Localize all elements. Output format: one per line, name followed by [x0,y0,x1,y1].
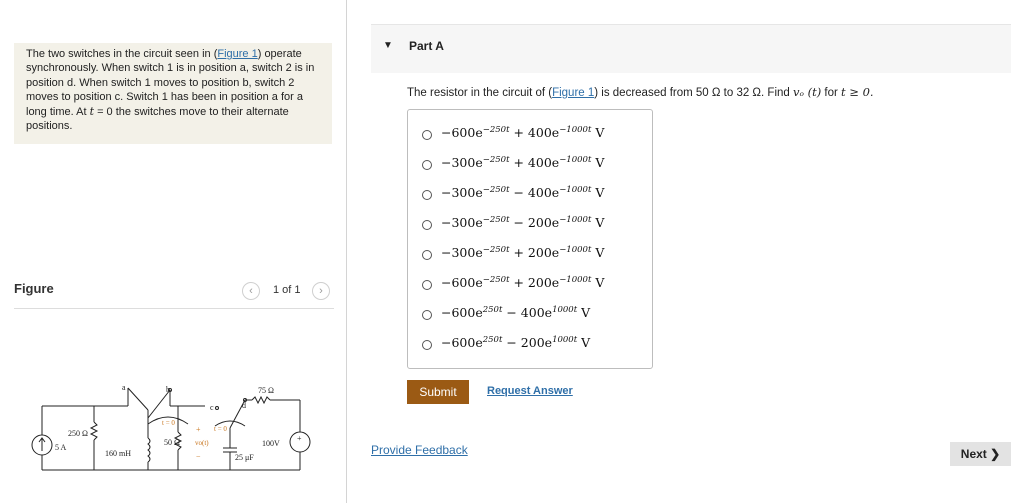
resistor-icon [89,421,99,441]
circuit-diagram: 5 A 250 Ω 160 mH a b t = 0 50 Ω + vo(t) … [31,383,311,471]
answer-option[interactable]: −600e−250t + 200e−1000t V [422,275,642,295]
vo-minus: − [196,452,201,461]
next-figure-button[interactable]: › [312,282,330,300]
contact-a-label: a [122,383,126,392]
next-button[interactable]: Next ❯ [950,442,1011,466]
radio-button[interactable] [422,280,432,290]
vo-label: vo(t) [195,439,209,447]
vsource-plus: + [297,434,302,443]
figure-divider [14,308,334,309]
radio-button[interactable] [422,130,432,140]
answer-option[interactable]: −300e−250t + 200e−1000t V [422,245,642,265]
column-divider [346,0,347,503]
question-fragment: ) is decreased from 50 Ω to 32 Ω. Find [594,87,793,99]
question-fragment: The resistor in the circuit of ( [407,87,553,99]
answer-options: −600e−250t + 400e−1000t V −300e−250t + 4… [407,109,653,369]
question-fragment: for [821,87,841,99]
switch1-blade [127,387,149,411]
contact-c-icon [215,406,219,410]
radio-button[interactable] [422,250,432,260]
capacitor-label: 25 μF [235,453,254,462]
problem-statement: The two switches in the circuit seen in … [14,43,332,144]
figure-link[interactable]: Figure 1 [552,87,594,99]
vo-plus: + [196,425,201,434]
part-a-header[interactable]: ▼ Part A [371,24,1011,73]
radio-button[interactable] [422,220,432,230]
radio-button[interactable] [422,340,432,350]
option-label: −300e−250t + 200e−1000t V [441,245,605,261]
answer-option[interactable]: −300e−250t + 400e−1000t V [422,155,642,175]
vsource-label: 100V [262,439,280,448]
prev-figure-button[interactable]: ‹ [242,282,260,300]
r75-label: 75 Ω [258,386,274,395]
part-title: Part A [409,39,444,53]
option-label: −600e250t − 200e1000t V [441,335,591,351]
resistor-icon [251,395,271,405]
answer-option[interactable]: −300e−250t − 400e−1000t V [422,185,642,205]
r50-label: 50 Ω [164,438,180,447]
time-condition: t ≥ 0. [841,85,874,99]
vo-symbol: vₒ (t) [793,85,822,99]
figure-title: Figure [14,281,54,296]
option-label: −600e−250t + 400e−1000t V [441,125,605,141]
answer-option[interactable]: −600e250t − 200e1000t V [422,335,642,355]
figure-counter: 1 of 1 [273,284,301,296]
inductor-label: 160 mH [105,449,131,458]
option-label: −300e−250t − 400e−1000t V [441,185,605,201]
submit-button[interactable]: Submit [407,380,469,404]
option-label: −600e−250t + 200e−1000t V [441,275,605,291]
answer-option[interactable]: −600e250t − 400e1000t V [422,305,642,325]
option-label: −300e−250t + 400e−1000t V [441,155,605,171]
radio-button[interactable] [422,190,432,200]
contact-b-label: b [166,385,170,394]
request-answer-link[interactable]: Request Answer [487,385,573,397]
contact-c-label: c [210,403,214,412]
caret-down-icon[interactable]: ▼ [383,40,393,51]
figure-link[interactable]: Figure 1 [217,48,257,60]
provide-feedback-link[interactable]: Provide Feedback [371,443,468,457]
answer-option[interactable]: −600e−250t + 400e−1000t V [422,125,642,145]
r250-label: 250 Ω [68,429,88,438]
left-column: The two switches in the circuit seen in … [0,0,346,503]
switch1-contact [147,389,171,419]
radio-button[interactable] [422,160,432,170]
source-label: 5 A [55,443,67,452]
inductor-icon [147,437,151,463]
switch2-time-label: t = 0 [214,425,227,433]
option-label: −600e250t − 400e1000t V [441,305,591,321]
radio-button[interactable] [422,310,432,320]
question-text: The resistor in the circuit of (Figure 1… [407,85,874,99]
figure-navigation: ‹ 1 of 1 › [242,282,334,300]
option-label: −300e−250t − 200e−1000t V [441,215,605,231]
contact-d-label: d [242,401,246,410]
problem-text: The two switches in the circuit seen in … [26,48,218,60]
switch1-time-label: t = 0 [162,419,175,427]
answer-option[interactable]: −300e−250t − 200e−1000t V [422,215,642,235]
